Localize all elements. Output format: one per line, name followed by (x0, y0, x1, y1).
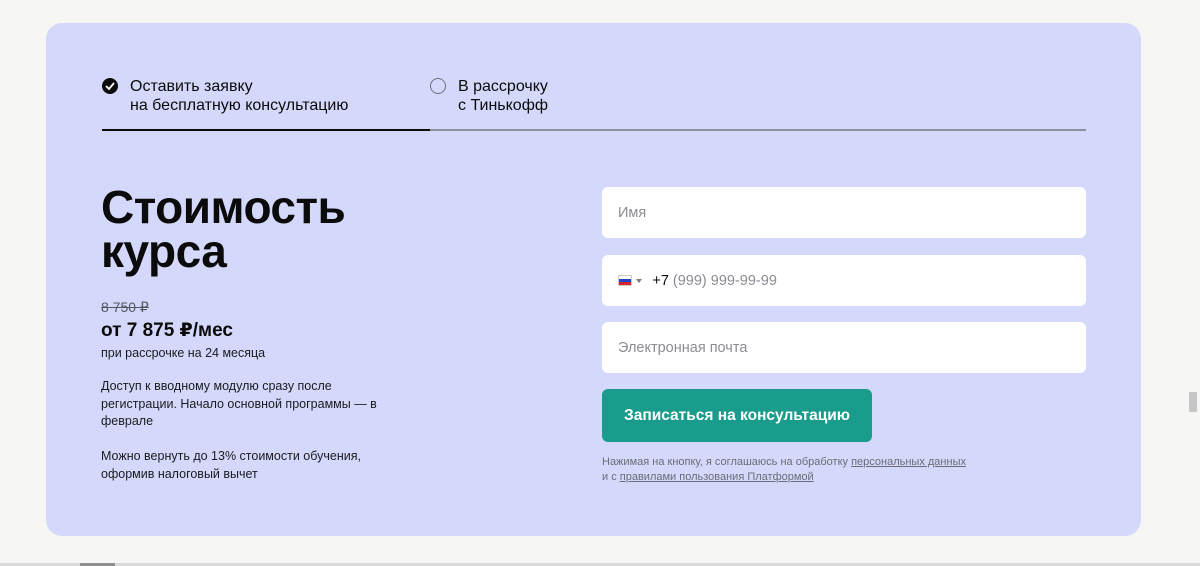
consent-text-part-2: и с (602, 471, 620, 483)
old-price: 8 750 ₽ (101, 299, 149, 315)
chevron-down-icon[interactable] (636, 278, 643, 283)
submit-consultation-button[interactable]: Записаться на консультацию (602, 389, 872, 442)
tab-installment-label: В рассрочку с Тинькофф (458, 78, 549, 114)
phone-field[interactable]: +7 (602, 255, 1086, 306)
radio-empty-icon (430, 78, 446, 94)
platform-rules-link[interactable]: правилами пользования Платформой (620, 471, 814, 483)
tab-active-indicator (102, 129, 430, 131)
consent-text: Нажимая на кнопку, я соглашаюсь на обраб… (602, 455, 1002, 485)
tab-installment[interactable]: В рассрочку с Тинькофф (430, 77, 548, 115)
phone-country-code: +7 (652, 272, 669, 289)
check-circle-icon (102, 78, 118, 94)
consultation-card: Оставить заявку на бесплатную консультац… (46, 23, 1141, 536)
tab-consultation[interactable]: Оставить заявку на бесплатную консультац… (102, 77, 348, 115)
consent-text-part-1: Нажимая на кнопку, я соглашаюсь на обраб… (602, 456, 852, 468)
name-input[interactable] (618, 204, 1086, 221)
tab-consultation-label: Оставить заявку на бесплатную консультац… (130, 78, 349, 114)
access-info: Доступ к вводному модулю сразу после рег… (101, 379, 377, 428)
course-price-title: Стоимость курса (101, 181, 346, 277)
name-field[interactable] (602, 187, 1086, 238)
email-input[interactable] (618, 339, 1086, 356)
russia-flag-icon[interactable] (618, 275, 633, 286)
installment-note: при рассрочке на 24 месяца (101, 346, 266, 360)
tax-refund-info: Можно вернуть до 13% стоимости обучения,… (101, 449, 361, 481)
phone-input[interactable] (672, 272, 1086, 289)
page-scrollbar-thumb[interactable] (1189, 392, 1197, 412)
monthly-price: от 7 875 ₽/мес (101, 320, 233, 341)
email-field[interactable] (602, 322, 1086, 373)
personal-data-link[interactable]: персональных данных (851, 456, 966, 468)
